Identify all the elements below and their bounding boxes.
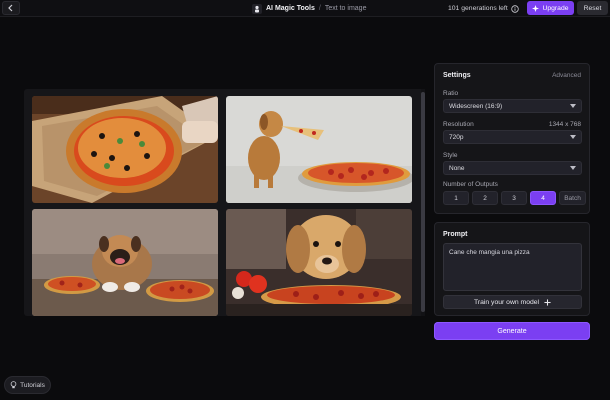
generations-left-text: 101 generations left bbox=[448, 5, 508, 12]
generate-button[interactable]: Generate bbox=[434, 322, 590, 340]
resolution-label: Resolution bbox=[443, 121, 474, 128]
gallery-scrollbar[interactable] bbox=[421, 89, 425, 316]
prompt-title: Prompt bbox=[443, 231, 468, 238]
resolution-value: 720p bbox=[449, 133, 464, 141]
generate-label: Generate bbox=[497, 327, 527, 335]
sparkle-icon bbox=[532, 4, 540, 12]
train-model-label: Train your own model bbox=[473, 298, 540, 306]
style-select[interactable]: None bbox=[443, 161, 582, 175]
prompt-panel: Prompt Cane che mangia una pizza Train y… bbox=[434, 222, 590, 316]
chevron-down-icon bbox=[570, 104, 576, 108]
image-gallery bbox=[24, 89, 425, 316]
outputs-option-3[interactable]: 3 bbox=[501, 191, 527, 205]
breadcrumb-separator: / bbox=[318, 5, 321, 12]
outputs-label: Number of Outputs bbox=[443, 181, 498, 188]
back-button[interactable] bbox=[2, 1, 20, 15]
upgrade-label: Upgrade bbox=[542, 4, 569, 12]
resolution-dimensions: 1344 x 768 bbox=[548, 121, 581, 128]
outputs-option-4[interactable]: 4 bbox=[530, 191, 556, 205]
tutorials-label: Tutorials bbox=[20, 381, 45, 389]
breadcrumb: AI Magic Tools / Text to image bbox=[252, 0, 366, 17]
resolution-select[interactable]: 720p bbox=[443, 130, 582, 144]
top-bar: AI Magic Tools / Text to image 101 gener… bbox=[0, 0, 610, 17]
plus-icon bbox=[544, 298, 551, 306]
style-label: Style bbox=[443, 152, 458, 159]
train-model-button[interactable]: Train your own model bbox=[443, 295, 582, 309]
generated-image-2[interactable] bbox=[226, 96, 412, 203]
prompt-input[interactable]: Cane che mangia una pizza bbox=[443, 243, 582, 291]
outputs-selector: 1 2 3 4 Batch bbox=[443, 191, 586, 205]
ratio-select[interactable]: Widescreen (16:9) bbox=[443, 99, 582, 113]
tutorials-button[interactable]: Tutorials bbox=[4, 376, 51, 394]
advanced-link[interactable]: Advanced bbox=[552, 72, 581, 79]
chevron-down-icon bbox=[570, 135, 576, 139]
reset-button[interactable]: Reset bbox=[577, 1, 608, 15]
arrow-left-icon bbox=[8, 4, 13, 12]
outputs-option-2[interactable]: 2 bbox=[472, 191, 498, 205]
upgrade-button[interactable]: Upgrade bbox=[527, 1, 574, 15]
ratio-label: Ratio bbox=[443, 90, 459, 97]
info-icon[interactable] bbox=[511, 4, 519, 13]
scrollbar-thumb[interactable] bbox=[421, 92, 425, 312]
generated-image-3[interactable] bbox=[32, 209, 218, 316]
style-value: None bbox=[449, 164, 465, 172]
ratio-value: Widescreen (16:9) bbox=[449, 102, 503, 110]
generated-image-4[interactable] bbox=[226, 209, 412, 316]
outputs-option-1[interactable]: 1 bbox=[443, 191, 469, 205]
batch-button[interactable]: Batch bbox=[559, 191, 586, 205]
chevron-down-icon bbox=[570, 166, 576, 170]
settings-title: Settings bbox=[443, 72, 471, 79]
settings-panel: Settings Advanced Ratio Widescreen (16:9… bbox=[434, 63, 590, 214]
generated-image-1[interactable] bbox=[32, 96, 218, 203]
app-title[interactable]: AI Magic Tools bbox=[266, 5, 315, 12]
app-logo-icon bbox=[252, 3, 262, 14]
reset-label: Reset bbox=[583, 4, 602, 12]
lightbulb-icon bbox=[10, 381, 17, 389]
generations-counter: 101 generations left bbox=[448, 0, 519, 17]
page-title: Text to image bbox=[324, 5, 367, 12]
